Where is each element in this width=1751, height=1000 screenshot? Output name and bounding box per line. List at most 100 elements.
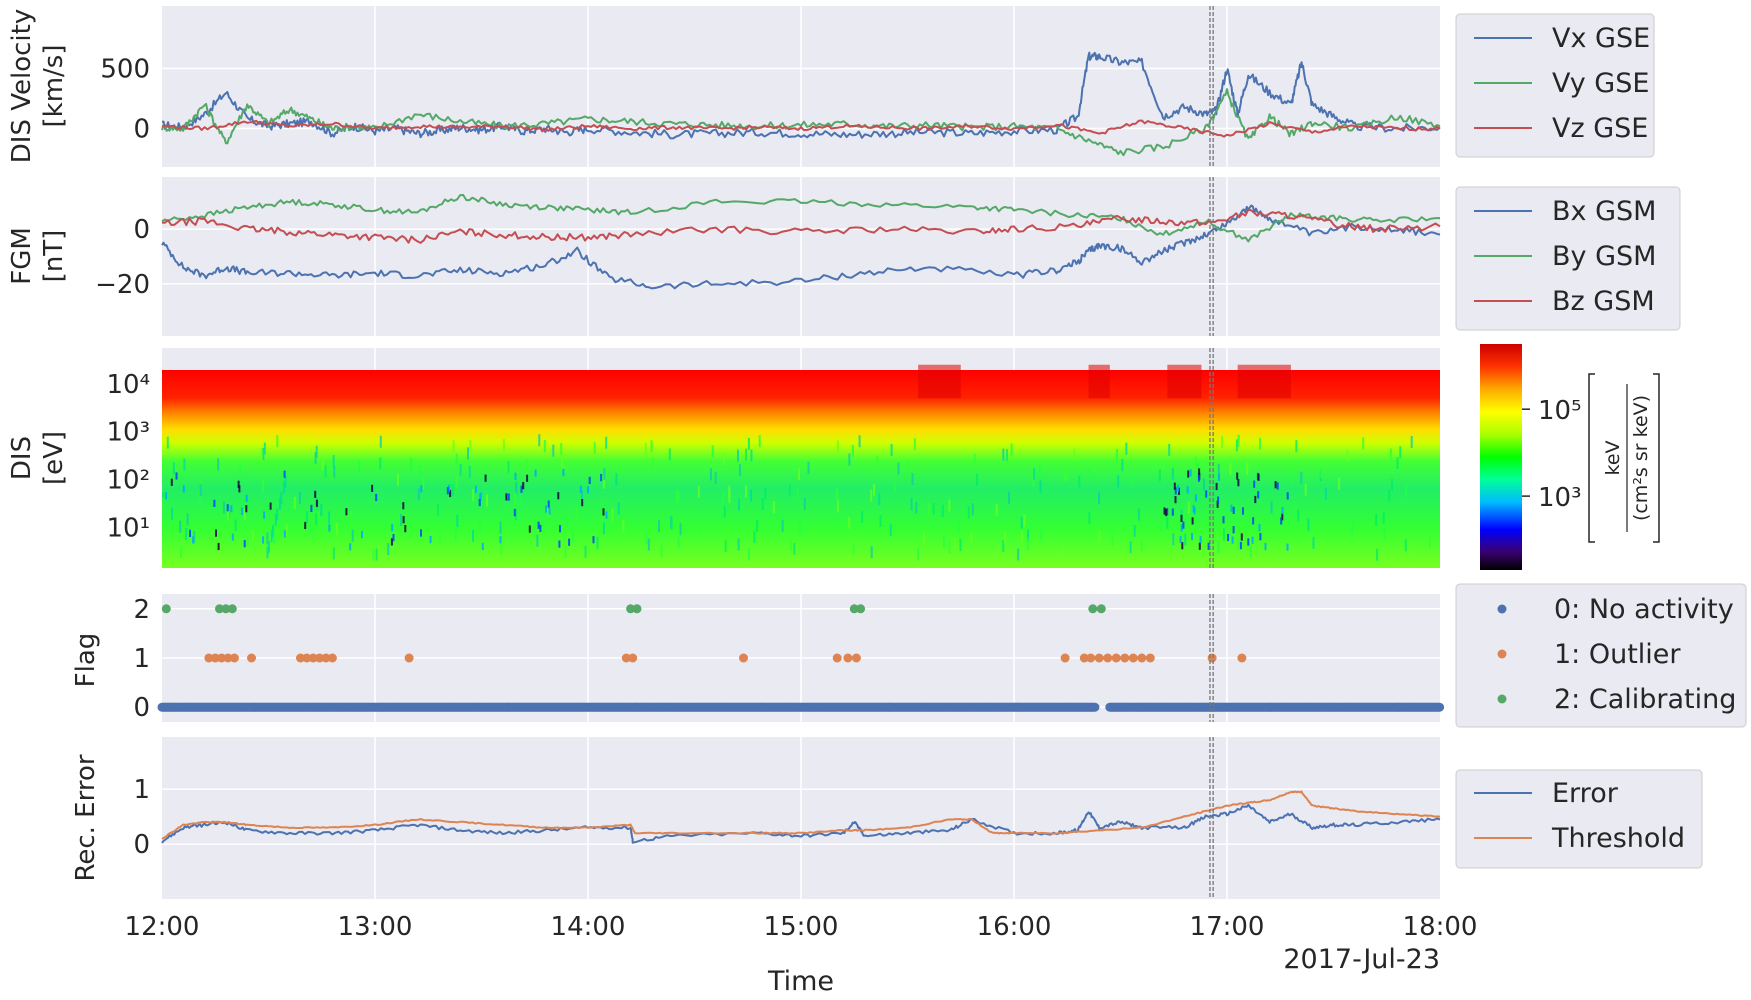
spectrogram-cell xyxy=(957,520,960,533)
spectrogram-cell xyxy=(417,488,420,501)
spectrogram-cell xyxy=(959,539,962,551)
spectrogram-cell xyxy=(697,485,700,498)
y-tick-labels: 2 1 0 xyxy=(133,595,150,723)
spectrogram-cell xyxy=(772,501,775,514)
spectrogram-cell xyxy=(588,476,591,484)
spectrogram-cell xyxy=(467,447,469,460)
y-tick-label: 0 xyxy=(133,830,150,860)
spectrogram-cell xyxy=(1004,531,1006,544)
spectrogram-cell xyxy=(452,440,455,453)
spectrogram-cell xyxy=(543,440,546,452)
spectrogram-cell xyxy=(419,465,422,478)
spectrogram-cell xyxy=(507,493,510,501)
panel-fgm: 0 −20 FGM [nT] Bx GSM By GSM Bz GSM xyxy=(7,177,1681,336)
spectrogram-cell xyxy=(1140,539,1143,552)
spectrogram-cell xyxy=(1396,457,1399,470)
spectrogram-cell xyxy=(722,492,725,504)
spectrogram-cell xyxy=(505,493,508,501)
spectrogram-cell xyxy=(941,504,944,517)
spectrogram-cell xyxy=(526,474,529,482)
colorbar-gradient xyxy=(1480,344,1522,570)
spectrogram-cell xyxy=(1088,364,1110,399)
spectrogram-cell xyxy=(484,474,487,482)
spectrogram-cell xyxy=(848,453,851,466)
point-1-outlier xyxy=(247,653,256,663)
spectrogram-cell xyxy=(1290,472,1293,485)
spectrogram-cell xyxy=(1389,448,1392,461)
legend-item: Bz GSM xyxy=(1552,286,1655,317)
spectrogram-cell xyxy=(379,457,382,470)
spectrogram-cell xyxy=(745,485,748,498)
spectrogram-cell xyxy=(1033,467,1036,480)
spectrogram-cell xyxy=(1320,466,1323,479)
spectrogram-cell xyxy=(186,513,189,526)
legend-item: Vz GSE xyxy=(1552,113,1648,144)
point-2-calibrating xyxy=(1088,604,1098,614)
spectrogram-cell xyxy=(439,532,441,545)
point-0-no-activity xyxy=(1435,702,1445,712)
spectrogram-cell xyxy=(852,444,854,457)
spectrogram-cell xyxy=(1383,527,1386,540)
spectrogram-cell xyxy=(605,511,608,519)
spectrogram-cell xyxy=(750,449,753,462)
spectrogram-cell xyxy=(266,532,269,545)
spectrogram-cell xyxy=(499,536,502,544)
spectrogram-cell xyxy=(1121,459,1124,472)
spectrogram-cell xyxy=(539,524,542,532)
spectrogram-cell xyxy=(241,507,243,515)
spectrogram-cell xyxy=(679,523,682,536)
y-tick-label: 0 xyxy=(133,693,150,723)
spectrogram-cell xyxy=(1215,482,1218,491)
spectrogram-cell xyxy=(852,542,855,555)
spectrogram-cell xyxy=(572,530,575,543)
spectrogram-cell xyxy=(1160,519,1163,532)
spectrogram-cell xyxy=(455,476,458,489)
spectrogram-cell xyxy=(611,508,614,521)
spectrogram-cell xyxy=(468,465,471,478)
legend-fgm: Bx GSM By GSM Bz GSM xyxy=(1455,186,1681,331)
spectrogram-cell xyxy=(1187,501,1190,514)
spectrogram-cell xyxy=(304,521,307,530)
spectrogram-cell xyxy=(764,487,767,500)
spectrogram-cell xyxy=(387,543,390,556)
spectrogram-cell xyxy=(182,485,185,493)
spectrogram-cell xyxy=(1276,482,1279,490)
spectrogram-cell xyxy=(600,474,603,482)
spectrogram-cell xyxy=(280,492,283,505)
spectrogram-cell xyxy=(1257,473,1260,481)
spectrogram-cell xyxy=(710,468,712,481)
spectrogram-cell xyxy=(1242,507,1244,515)
point-1-outlier xyxy=(739,653,748,663)
y-tick-label: 0 xyxy=(133,215,150,245)
spectrogram-cell xyxy=(397,473,399,486)
spectrogram-cell xyxy=(602,522,605,535)
spectrogram-cell xyxy=(1116,449,1118,462)
spectrogram-cell xyxy=(1193,507,1196,515)
spectrogram-cell xyxy=(230,505,233,513)
legend-rec-error: Error Threshold xyxy=(1455,769,1703,869)
colorbar-tick-label: 10⁵ xyxy=(1538,396,1582,426)
spectrogram-cell xyxy=(668,448,671,461)
spectrogram-cell xyxy=(320,504,323,517)
spectrogram-cell xyxy=(879,515,882,527)
spectrogram-cell xyxy=(175,472,178,480)
spectrogram-cell xyxy=(283,470,286,478)
spectrogram-cell xyxy=(1236,472,1239,480)
spectrogram-cell xyxy=(1338,477,1341,490)
spectrogram-cell xyxy=(1125,442,1128,455)
spectrogram-cell xyxy=(650,440,653,453)
spectrogram-cell xyxy=(894,481,897,494)
spectrogram-cell xyxy=(358,460,361,473)
spectrogram-cell xyxy=(1062,547,1065,560)
spectrogram-cell xyxy=(911,473,914,485)
spectrogram-cell xyxy=(1168,443,1171,456)
spectrogram-cell xyxy=(391,524,394,532)
spectrogram-cell xyxy=(588,510,591,523)
spectrogram-cell xyxy=(559,525,561,533)
spectrogram-cell xyxy=(796,487,799,500)
spectrogram-cell xyxy=(1257,491,1260,499)
spectrogram-cell xyxy=(351,529,354,542)
spectrogram-cell xyxy=(479,492,482,500)
spectrogram-cell xyxy=(245,505,248,513)
point-1-outlier xyxy=(1111,653,1121,663)
